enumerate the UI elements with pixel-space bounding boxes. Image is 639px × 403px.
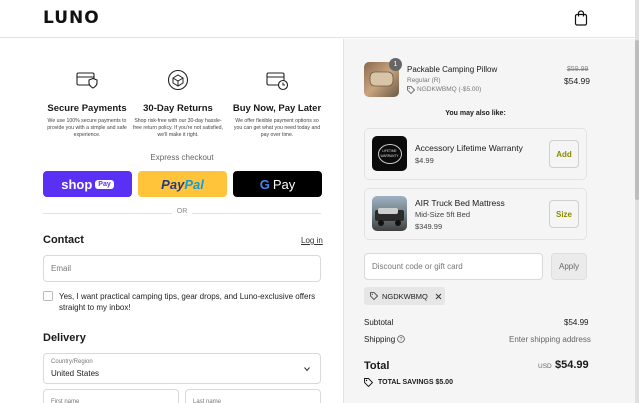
product-price: $54.99 bbox=[564, 76, 590, 86]
shipping-value: Enter shipping address bbox=[509, 335, 591, 344]
tag-icon bbox=[407, 86, 415, 94]
discount-code-label: NGDKWBMQ bbox=[382, 291, 428, 301]
or-divider-text: OR bbox=[172, 208, 192, 215]
delivery-title: Delivery bbox=[43, 332, 86, 344]
quantity-badge: 1 bbox=[389, 58, 402, 71]
product-name: Packable Camping Pillow bbox=[407, 65, 498, 74]
google-pay-wordmark: Pay bbox=[272, 176, 296, 192]
total-savings-value: $5.00 bbox=[435, 379, 453, 386]
shipping-label: Shipping bbox=[364, 335, 396, 344]
total-savings: TOTAL SAVINGS $5.00 bbox=[378, 379, 453, 386]
upsell-name: Accessory Lifetime Warranty bbox=[415, 143, 523, 153]
paypal-button[interactable]: Pay Pal bbox=[138, 171, 227, 197]
feature-text: We offer flexible payment options so you… bbox=[233, 118, 321, 138]
email-field[interactable]: Email bbox=[43, 255, 321, 282]
subtotal-value: $54.99 bbox=[564, 318, 589, 327]
feature-buy-now-pay-later: Buy Now, Pay Later We offer flexible pay… bbox=[231, 69, 323, 139]
product-discount: NGDKWBMQ (-$5.00) bbox=[417, 86, 482, 93]
discount-code-input[interactable]: Discount code or gift card bbox=[364, 253, 543, 280]
country-select[interactable]: Country/Region United States bbox=[43, 353, 321, 384]
shop-pay-wordmark: shop bbox=[61, 176, 93, 192]
shop-pay-pill: Pay bbox=[95, 179, 114, 189]
login-link[interactable]: Log in bbox=[301, 236, 323, 245]
chevron-down-icon bbox=[304, 367, 310, 372]
truck-image-icon bbox=[375, 208, 404, 226]
checkout-form: Secure Payments We use 100% secure payme… bbox=[0, 39, 343, 403]
luno-logo[interactable]: LUNO bbox=[43, 8, 100, 28]
subtotal-label: Subtotal bbox=[364, 318, 394, 327]
shop-pay-button[interactable]: shop Pay bbox=[43, 171, 132, 197]
upsell-title: You may also like: bbox=[445, 110, 506, 117]
last-name-field[interactable]: Last name bbox=[185, 389, 321, 403]
feature-title: 30-Day Returns bbox=[143, 103, 213, 114]
total-savings-label: TOTAL SAVINGS bbox=[378, 379, 434, 386]
feature-30-day-returns: 30-Day Returns Shop risk-free with our 3… bbox=[132, 69, 224, 139]
tag-icon bbox=[364, 378, 373, 387]
feature-secure-payments: Secure Payments We use 100% secure payme… bbox=[41, 69, 133, 139]
scrollbar[interactable] bbox=[635, 0, 639, 403]
first-name-field[interactable]: First name bbox=[43, 389, 179, 403]
warranty-badge-text: LIFETIME WARRANTY bbox=[377, 143, 402, 164]
google-pay-button[interactable]: G Pay bbox=[233, 171, 322, 197]
total-label: Total bbox=[364, 360, 390, 372]
upsell-price: $4.99 bbox=[415, 156, 434, 165]
warranty-thumbnail: LIFETIME WARRANTY bbox=[372, 136, 407, 171]
total-value: $54.99 bbox=[555, 359, 589, 371]
card-clock-icon bbox=[266, 72, 289, 91]
paypal-wordmark-pal: Pal bbox=[184, 176, 204, 192]
feature-title: Buy Now, Pay Later bbox=[232, 103, 322, 114]
applied-discount-chip: NGDKWBMQ bbox=[364, 287, 445, 305]
compare-price: $59.99 bbox=[567, 66, 589, 73]
paypal-wordmark-pay: Pay bbox=[161, 176, 185, 192]
apply-discount-button[interactable]: Apply bbox=[551, 253, 587, 280]
google-g-icon: G bbox=[259, 176, 270, 192]
feature-title: Secure Payments bbox=[47, 103, 127, 114]
feature-text: Shop risk-free with our 30-day hassle-fr… bbox=[133, 118, 223, 138]
product-variant: Regular (R) bbox=[407, 77, 441, 84]
contact-title: Contact bbox=[43, 234, 84, 246]
mattress-thumbnail bbox=[372, 196, 407, 231]
upsell-name: AIR Truck Bed Mattress bbox=[415, 198, 505, 208]
upsell-price: $349.99 bbox=[415, 222, 443, 231]
upsell-subtitle: Mid-Size 5ft Bed bbox=[415, 210, 471, 219]
shopping-bag-icon[interactable] bbox=[574, 10, 588, 26]
close-icon[interactable] bbox=[435, 293, 442, 300]
newsletter-label: Yes, I want practical camping tips, gear… bbox=[59, 292, 316, 312]
express-checkout-label: Express checkout bbox=[150, 153, 214, 162]
country-label: Country/Region bbox=[51, 359, 93, 365]
svg-text:?: ? bbox=[400, 337, 403, 343]
credit-card-shield-icon bbox=[76, 72, 98, 89]
feature-text: We use 100% secure payments to provide y… bbox=[47, 118, 127, 138]
tag-icon bbox=[370, 292, 378, 300]
newsletter-checkbox[interactable] bbox=[43, 291, 53, 301]
header: LUNO bbox=[0, 0, 639, 38]
select-size-button[interactable]: Size bbox=[549, 200, 579, 228]
currency-code: USD bbox=[538, 363, 552, 370]
help-icon[interactable]: ? bbox=[397, 335, 405, 343]
add-warranty-button[interactable]: Add bbox=[549, 140, 579, 168]
country-value: United States bbox=[51, 369, 100, 378]
scrollbar-thumb[interactable] bbox=[635, 40, 639, 200]
return-box-icon bbox=[167, 69, 189, 91]
